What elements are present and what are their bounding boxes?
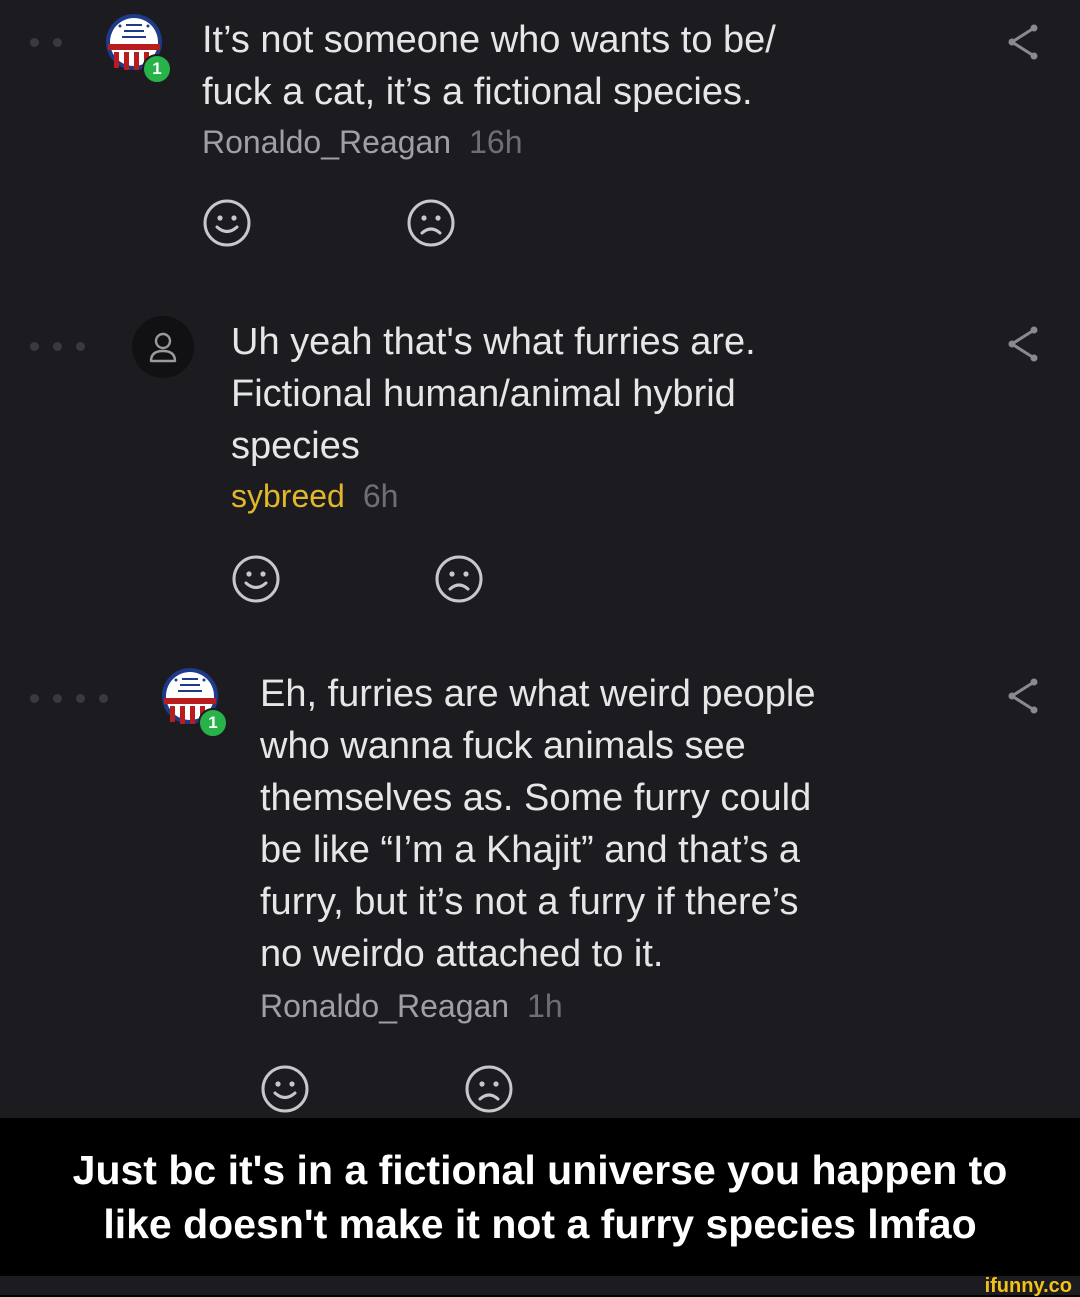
comment-time: 1h — [527, 988, 563, 1024]
meme-caption: Just bc it's in a fictional universe you… — [0, 1118, 1080, 1276]
comment-thread: 1 It’s not someone who wants to be/ fuck… — [0, 0, 1080, 1118]
smile-reaction-icon[interactable] — [202, 198, 252, 248]
share-icon[interactable] — [1006, 678, 1040, 714]
frown-reaction-icon[interactable] — [464, 1064, 514, 1114]
caption-line: like doesn't make it not a furry species… — [103, 1201, 977, 1247]
avatar[interactable]: 1 — [160, 666, 228, 738]
comment-author[interactable]: Ronaldo_Reagan — [202, 124, 451, 160]
default-user-icon — [149, 332, 177, 363]
frown-reaction-icon[interactable] — [434, 554, 484, 604]
level-badge: 1 — [142, 54, 172, 84]
thread-depth-indicator — [30, 38, 62, 47]
comment-text: Uh yeah that's what furries are. Fiction… — [231, 321, 756, 467]
comment-text: It’s not someone who wants to be/ fuck a… — [202, 19, 776, 113]
comment-meta: Ronaldo_Reagan 16h — [202, 124, 522, 161]
avatar[interactable]: 1 — [104, 12, 172, 84]
comment-meta: sybreed 6h — [231, 478, 398, 515]
level-badge: 1 — [198, 708, 228, 738]
footer-bar — [0, 1276, 1080, 1295]
frown-reaction-icon[interactable] — [406, 198, 456, 248]
thread-depth-indicator — [30, 694, 108, 703]
smile-reaction-icon[interactable] — [260, 1064, 310, 1114]
share-icon[interactable] — [1006, 326, 1040, 362]
comment-text: Eh, furries are what weird people who wa… — [260, 673, 816, 975]
watermark-logo: ifunny.co — [984, 1275, 1072, 1297]
avatar[interactable] — [132, 316, 194, 378]
comment-author[interactable]: sybreed — [231, 478, 345, 514]
smile-reaction-icon[interactable] — [231, 554, 281, 604]
share-icon[interactable] — [1006, 24, 1040, 60]
caption-line: Just bc it's in a fictional universe you… — [72, 1147, 1008, 1193]
comment-time: 16h — [469, 124, 523, 160]
comment-meta: Ronaldo_Reagan 1h — [260, 988, 563, 1025]
comment-author[interactable]: Ronaldo_Reagan — [260, 988, 509, 1024]
comment-time: 6h — [362, 478, 399, 514]
thread-depth-indicator — [30, 342, 85, 351]
